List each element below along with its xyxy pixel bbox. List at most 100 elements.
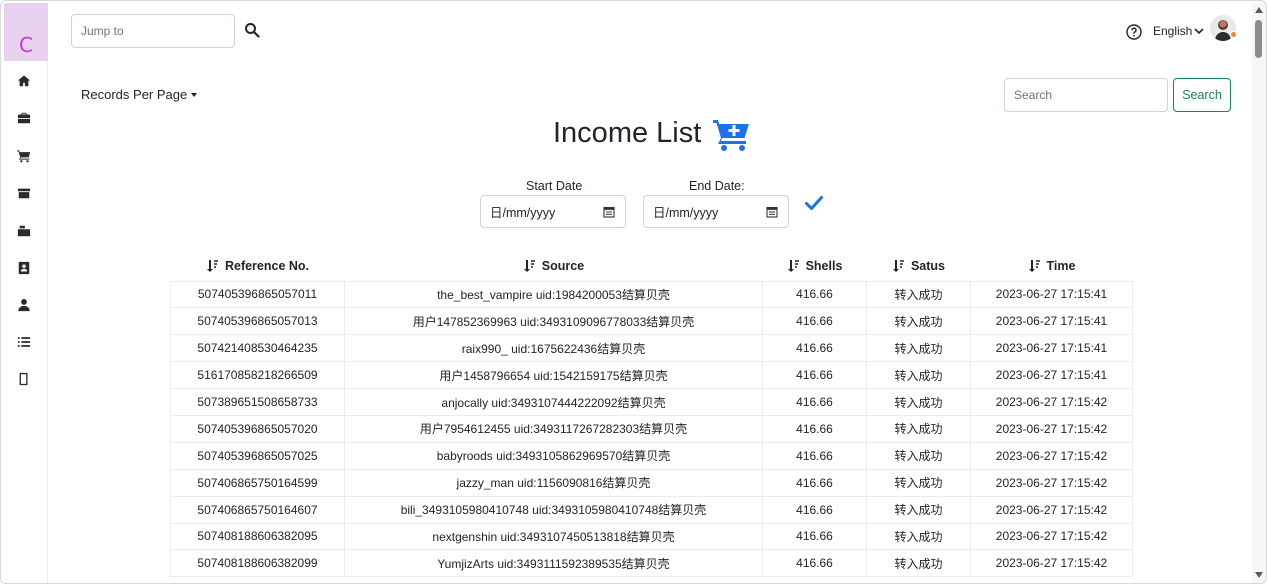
list-icon[interactable] bbox=[16, 334, 32, 350]
records-per-page-dropdown[interactable]: Records Per Page bbox=[81, 87, 198, 102]
cell-reference-no: 507408188606382095 bbox=[170, 523, 345, 551]
cell-shells: 416.66 bbox=[762, 496, 867, 524]
scroll-down-arrow[interactable] bbox=[1255, 572, 1263, 578]
cell-shells: 416.66 bbox=[762, 415, 867, 443]
cell-status: 转入成功 bbox=[866, 496, 971, 524]
cell-source: bili_3493105980410748 uid:34931059804107… bbox=[344, 496, 763, 524]
search-icon[interactable] bbox=[244, 22, 260, 38]
cell-time: 2023-06-27 17:15:42 bbox=[970, 388, 1133, 416]
cell-time: 2023-06-27 17:15:41 bbox=[970, 280, 1133, 309]
cell-time: 2023-06-27 17:15:42 bbox=[970, 415, 1133, 443]
cell-shells: 416.66 bbox=[762, 388, 867, 416]
help-icon[interactable] bbox=[1126, 24, 1142, 40]
cell-shells: 416.66 bbox=[762, 280, 867, 309]
cell-shells: 416.66 bbox=[762, 307, 867, 336]
cell-source: YumjizArts uid:3493111592389535结算贝壳 bbox=[344, 549, 763, 578]
cell-status: 转入成功 bbox=[866, 469, 971, 497]
contact-book-icon[interactable] bbox=[16, 260, 32, 276]
app-logo[interactable]: C bbox=[4, 3, 48, 61]
sidebar: C bbox=[4, 3, 48, 583]
cell-reference-no: 507406865750164607 bbox=[170, 496, 345, 524]
column-header-shells[interactable]: Shells bbox=[763, 253, 867, 281]
table-row: 516170858218266509 用户1458796654 uid:15421… bbox=[170, 361, 1133, 390]
sort-icon bbox=[787, 259, 799, 272]
cell-source: nextgenshin uid:3493107450513818结算贝壳 bbox=[344, 523, 763, 551]
language-dropdown[interactable]: English bbox=[1153, 24, 1204, 38]
table-row: 507421408530464235 raix990_ uid:167562243… bbox=[170, 334, 1133, 363]
user-icon[interactable] bbox=[16, 297, 32, 313]
table-row: 507406865750164599 jazzy_man uid:11560908… bbox=[170, 469, 1133, 497]
cell-time: 2023-06-27 17:15:42 bbox=[970, 496, 1133, 524]
cell-source: babyroods uid:3493105862969570结算贝壳 bbox=[344, 442, 763, 470]
column-header-source[interactable]: Source bbox=[345, 253, 763, 281]
cell-reference-no: 507421408530464235 bbox=[170, 334, 345, 363]
start-date-label: Start Date bbox=[526, 179, 583, 193]
briefcase-icon[interactable] bbox=[16, 110, 32, 126]
scrollbar[interactable] bbox=[1252, 3, 1266, 583]
column-header-status[interactable]: Satus bbox=[867, 253, 971, 281]
cell-shells: 416.66 bbox=[762, 469, 867, 497]
search-input[interactable] bbox=[1004, 78, 1168, 112]
sort-icon bbox=[1028, 259, 1040, 272]
end-date-label: End Date: bbox=[689, 179, 745, 193]
cell-shells: 416.66 bbox=[762, 442, 867, 470]
cell-reference-no: 507406865750164599 bbox=[170, 469, 345, 497]
cell-source: anjocally uid:3493107444222092结算贝壳 bbox=[344, 388, 763, 416]
cell-shells: 416.66 bbox=[762, 361, 867, 390]
cell-status: 转入成功 bbox=[866, 361, 971, 390]
cell-time: 2023-06-27 17:15:41 bbox=[970, 334, 1133, 363]
column-header-reference-no[interactable]: Reference No. bbox=[171, 253, 345, 281]
end-date-value: 日/mm/yyyy bbox=[653, 206, 719, 220]
home-icon[interactable] bbox=[16, 73, 32, 89]
apply-date-filter-icon[interactable] bbox=[805, 195, 823, 211]
calendar-icon[interactable] bbox=[766, 206, 778, 218]
scroll-up-arrow[interactable] bbox=[1255, 7, 1263, 13]
cell-source: 用户7954612455 uid:3493117267282303结算贝壳 bbox=[344, 415, 763, 443]
end-date-input[interactable]: 日/mm/yyyy bbox=[643, 195, 789, 228]
cell-source: 用户147852369963 uid:3493109096778033结算贝壳 bbox=[344, 307, 763, 336]
table-row: 507389651508658733 anjocally uid:34931074… bbox=[170, 388, 1133, 416]
stack-icon[interactable] bbox=[16, 223, 32, 239]
table-row: 507408188606382099 YumjizArts uid:3493111… bbox=[170, 549, 1133, 578]
cell-time: 2023-06-27 17:15:42 bbox=[970, 523, 1133, 551]
status-indicator bbox=[1230, 31, 1237, 38]
cell-shells: 416.66 bbox=[762, 549, 867, 578]
cell-time: 2023-06-27 17:15:41 bbox=[970, 361, 1133, 390]
table-row: 507405396865057025 babyroods uid:34931058… bbox=[170, 442, 1133, 470]
search-button[interactable]: Search bbox=[1173, 78, 1231, 112]
cell-shells: 416.66 bbox=[762, 523, 867, 551]
cell-reference-no: 507405396865057011 bbox=[170, 280, 345, 309]
chevron-down-icon bbox=[1194, 28, 1204, 35]
start-date-value: 日/mm/yyyy bbox=[490, 206, 556, 220]
caret-down-icon bbox=[191, 93, 198, 97]
cell-status: 转入成功 bbox=[866, 523, 971, 551]
table-row: 507405396865057020 用户7954612455 uid:34931… bbox=[170, 415, 1133, 443]
cell-status: 转入成功 bbox=[866, 388, 971, 416]
sort-icon bbox=[206, 259, 218, 272]
book-icon[interactable] bbox=[16, 371, 32, 387]
cell-reference-no: 507405396865057013 bbox=[170, 307, 345, 336]
cell-source: raix990_ uid:1675622436结算贝壳 bbox=[344, 334, 763, 363]
sort-icon bbox=[892, 259, 904, 272]
page-title: Income List bbox=[553, 117, 702, 149]
cell-time: 2023-06-27 17:15:42 bbox=[970, 469, 1133, 497]
cell-source: jazzy_man uid:1156090816结算贝壳 bbox=[344, 469, 763, 497]
cell-source: the_best_vampire uid:1984200053结算贝壳 bbox=[344, 280, 763, 309]
column-header-time[interactable]: Time bbox=[971, 253, 1133, 281]
store-icon[interactable] bbox=[16, 185, 32, 201]
cell-source: 用户1458796654 uid:1542159175结算贝壳 bbox=[344, 361, 763, 390]
cell-reference-no: 507389651508658733 bbox=[170, 388, 345, 416]
table-header-row: Reference No. Source Shells Satus Time bbox=[171, 253, 1133, 281]
cell-status: 转入成功 bbox=[866, 442, 971, 470]
calendar-icon[interactable] bbox=[603, 206, 615, 218]
table-row: 507406865750164607 bili_3493105980410748 … bbox=[170, 496, 1133, 524]
jump-to-input[interactable] bbox=[71, 14, 235, 48]
table-row: 507405396865057013 用户147852369963 uid:349… bbox=[170, 307, 1133, 336]
cell-reference-no: 507405396865057020 bbox=[170, 415, 345, 443]
cell-status: 转入成功 bbox=[866, 307, 971, 336]
cart-icon[interactable] bbox=[16, 148, 32, 164]
cell-reference-no: 507408188606382099 bbox=[170, 549, 345, 578]
cell-shells: 416.66 bbox=[762, 334, 867, 363]
start-date-input[interactable]: 日/mm/yyyy bbox=[480, 195, 626, 228]
scrollbar-thumb[interactable] bbox=[1255, 20, 1262, 58]
